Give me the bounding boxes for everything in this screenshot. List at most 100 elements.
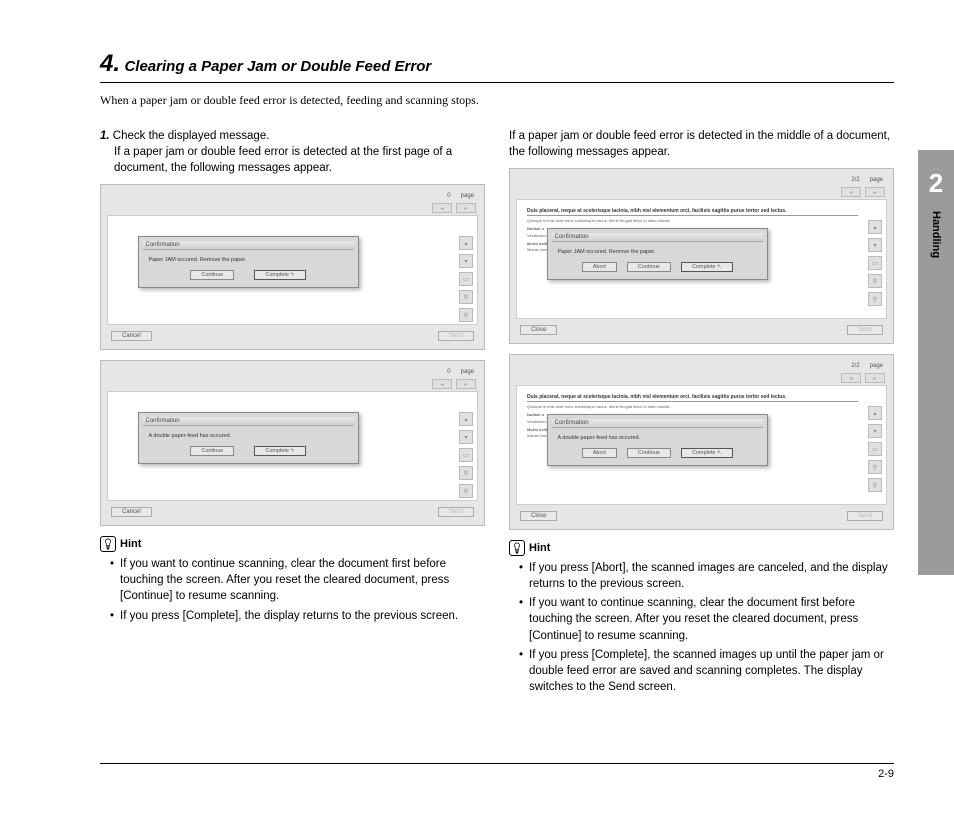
confirmation-dialog: Confirmation Paper JAM occured. Remove t…: [138, 236, 359, 288]
up-icon[interactable]: ▴: [459, 236, 473, 250]
zoom-icon[interactable]: ⚲: [459, 466, 473, 480]
send-button[interactable]: Send: [847, 511, 883, 521]
page-count: 2/2: [851, 363, 859, 369]
ss-nav: ◂ ▸: [516, 371, 887, 385]
preview-area: ▴ ▾ ▭ ⚲ ⚲ Confirmation A double paper-fe…: [107, 391, 478, 501]
section-title: Clearing a Paper Jam or Double Feed Erro…: [124, 58, 431, 75]
continue-button[interactable]: Continue: [190, 446, 234, 456]
hint-item: If you press [Complete], the display ret…: [110, 608, 485, 624]
page-icon[interactable]: ▭: [459, 272, 473, 286]
page-count: 0: [447, 369, 450, 375]
send-button[interactable]: Send: [847, 325, 883, 335]
dialog-title: Confirmation: [552, 419, 763, 428]
dialog-buttons: Abort Continue Complete ↖: [552, 445, 763, 461]
page-number: 2-9: [878, 768, 894, 780]
ss-nav: ◂ ▸: [516, 185, 887, 199]
intro-text: When a paper jam or double feed error is…: [100, 93, 894, 108]
complete-button[interactable]: Complete ↖: [254, 446, 306, 456]
chapter-tab: 2 Handling: [918, 150, 954, 575]
prev-icon[interactable]: ◂: [432, 379, 452, 389]
page-icon[interactable]: ▭: [868, 442, 882, 456]
confirmation-dialog: Confirmation A double paper-feed has occ…: [138, 412, 359, 464]
down-icon[interactable]: ▾: [459, 254, 473, 268]
dialog-message: Paper JAM occured. Remove the paper.: [143, 253, 354, 267]
pointer-icon: ↖: [290, 272, 295, 278]
dialog-buttons: Abort Continue Complete ↖: [552, 259, 763, 275]
ss-header: 0 page: [107, 367, 478, 377]
hint-icon: [509, 540, 525, 556]
confirmation-dialog: Confirmation A double paper-feed has occ…: [547, 414, 768, 466]
hint-label: Hint: [120, 538, 141, 550]
next-icon[interactable]: ▸: [456, 203, 476, 213]
send-button[interactable]: Send: [438, 507, 474, 517]
dialog-title: Confirmation: [143, 241, 354, 250]
close-button[interactable]: Close: [520, 511, 557, 521]
right-column: If a paper jam or double feed error is d…: [509, 128, 894, 698]
step-number: 1.: [100, 130, 110, 142]
hint-item: If you press [Abort], the scanned images…: [519, 560, 894, 592]
pointer-icon: ↖: [717, 264, 722, 270]
dialog-title: Confirmation: [552, 233, 763, 242]
ss-footer: Cancel Send: [107, 505, 478, 519]
up-icon[interactable]: ▴: [868, 406, 882, 420]
zoom-icon[interactable]: ⚲: [459, 290, 473, 304]
zoom-icon[interactable]: ⚲: [868, 274, 882, 288]
hint-list: If you press [Abort], the scanned images…: [509, 560, 894, 695]
complete-button[interactable]: Complete ↖: [254, 270, 306, 280]
hint-item: If you press [Complete], the scanned ima…: [519, 647, 894, 695]
hint-label: Hint: [529, 542, 550, 554]
ss-header: 0 page: [107, 191, 478, 201]
next-icon[interactable]: ▸: [865, 373, 885, 383]
page-label: page: [870, 177, 883, 183]
complete-button[interactable]: Complete ↖: [681, 262, 733, 272]
cancel-button[interactable]: Cancel: [111, 331, 152, 341]
zoom-out-icon[interactable]: ⚲: [459, 308, 473, 322]
zoom-out-icon[interactable]: ⚲: [868, 292, 882, 306]
hint-list: If you want to continue scanning, clear …: [100, 556, 485, 623]
continue-button[interactable]: Continue: [627, 262, 671, 272]
zoom-out-icon[interactable]: ⚲: [459, 484, 473, 498]
screenshot-jam-middle: 2/2 page ◂ ▸ Duis placerat, neque at sce…: [509, 168, 894, 344]
page-footer: 2-9: [100, 763, 894, 780]
screenshot-doublefeed-firstpage: 0 page ◂ ▸ ▴ ▾ ▭ ⚲ ⚲ Confirmation A doub…: [100, 360, 485, 526]
prev-icon[interactable]: ◂: [841, 187, 861, 197]
preview-area: ▴ ▾ ▭ ⚲ ⚲ Confirmation Paper JAM occured…: [107, 215, 478, 325]
zoom-out-icon[interactable]: ⚲: [868, 478, 882, 492]
confirmation-dialog: Confirmation Paper JAM occured. Remove t…: [547, 228, 768, 280]
chapter-number: 2: [918, 168, 954, 199]
continue-button[interactable]: Continue: [627, 448, 671, 458]
abort-button[interactable]: Abort: [582, 262, 617, 272]
ss-sidebar: ▴ ▾ ▭ ⚲ ⚲: [459, 236, 475, 322]
page-icon[interactable]: ▭: [868, 256, 882, 270]
preview-area: Duis placerat, neque at scelerisque laci…: [516, 199, 887, 319]
abort-button[interactable]: Abort: [582, 448, 617, 458]
complete-button[interactable]: Complete ↖: [681, 448, 733, 458]
cancel-button[interactable]: Cancel: [111, 507, 152, 517]
hint-heading: Hint: [509, 540, 894, 556]
ss-header: 2/2 page: [516, 175, 887, 185]
hint-item: If you want to continue scanning, clear …: [110, 556, 485, 604]
continue-button[interactable]: Continue: [190, 270, 234, 280]
next-icon[interactable]: ▸: [865, 187, 885, 197]
ss-footer: Cancel Send: [107, 329, 478, 343]
down-icon[interactable]: ▾: [459, 430, 473, 444]
send-button[interactable]: Send: [438, 331, 474, 341]
prev-icon[interactable]: ◂: [841, 373, 861, 383]
close-button[interactable]: Close: [520, 325, 557, 335]
dialog-title: Confirmation: [143, 417, 354, 426]
dialog-message: Paper JAM occured. Remove the paper.: [552, 245, 763, 259]
prev-icon[interactable]: ◂: [432, 203, 452, 213]
page-icon[interactable]: ▭: [459, 448, 473, 462]
up-icon[interactable]: ▴: [459, 412, 473, 426]
content-columns: 1. Check the displayed message. If a pap…: [100, 128, 894, 698]
section-heading: 4. Clearing a Paper Jam or Double Feed E…: [100, 50, 894, 83]
step-title: Check the displayed message.: [113, 130, 270, 142]
down-icon[interactable]: ▾: [868, 424, 882, 438]
down-icon[interactable]: ▾: [868, 238, 882, 252]
next-icon[interactable]: ▸: [456, 379, 476, 389]
page-count: 2/2: [851, 177, 859, 183]
ss-sidebar: ▴ ▾ ▭ ⚲ ⚲: [459, 412, 475, 498]
up-icon[interactable]: ▴: [868, 220, 882, 234]
screenshot-doublefeed-middle: 2/2 page ◂ ▸ Duis placerat, neque at sce…: [509, 354, 894, 530]
zoom-icon[interactable]: ⚲: [868, 460, 882, 474]
